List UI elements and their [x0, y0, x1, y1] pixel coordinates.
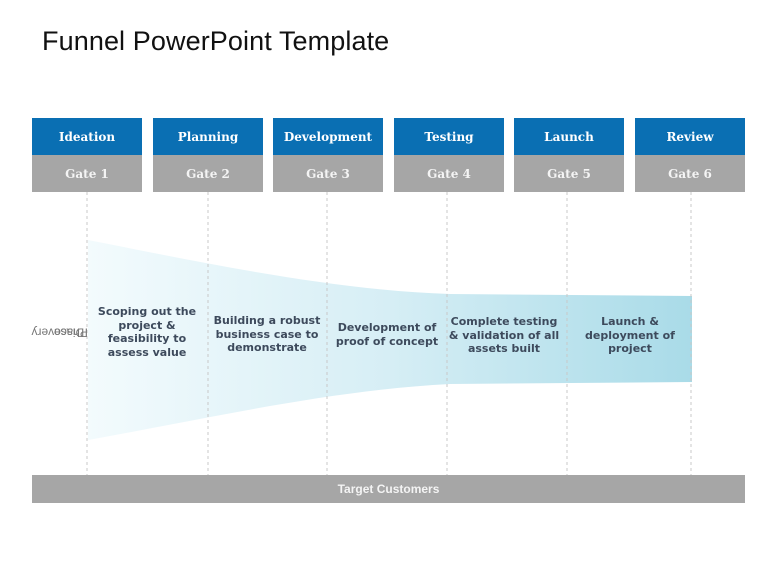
step-description: Scoping out the project & feasibility to…	[97, 305, 197, 359]
discovery-phase-label: Discovery Phase	[31, 300, 87, 364]
step-description: Launch & deployment of project	[585, 315, 675, 355]
step-description: Development of proof of concept	[335, 321, 439, 348]
target-customers-bar: Target Customers	[32, 475, 745, 503]
step-description: Complete testing & validation of all ass…	[448, 315, 560, 355]
step-description: Building a robust business case to demon…	[213, 314, 321, 354]
